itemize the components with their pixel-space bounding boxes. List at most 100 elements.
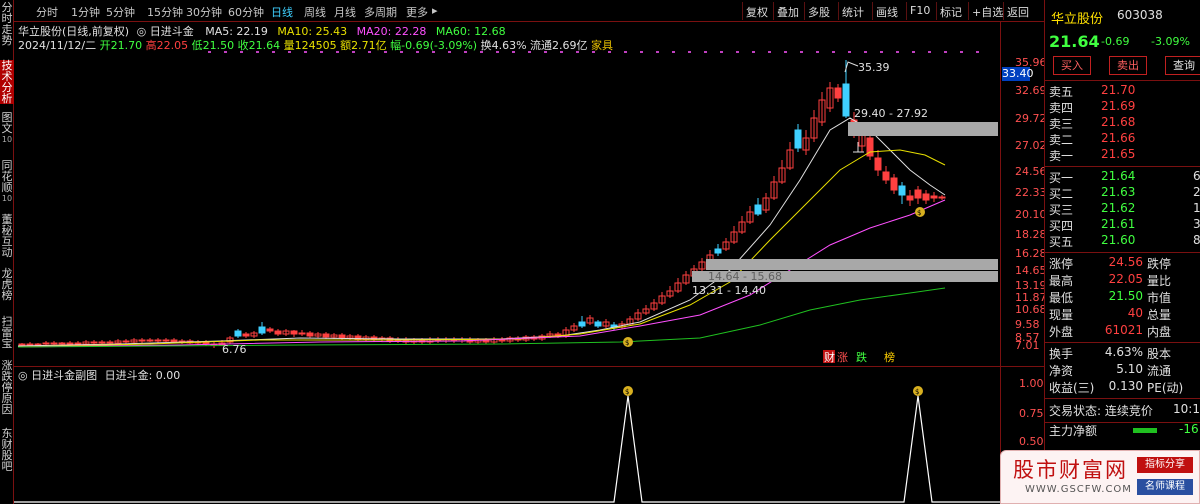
signal-dot — [896, 51, 899, 53]
stat-value: 22.05 — [1108, 272, 1143, 286]
candle-body — [578, 321, 586, 327]
query-button[interactable]: 查询 — [1165, 56, 1200, 75]
sub-chart-circle-icon[interactable]: ◎ — [18, 369, 28, 382]
signal-dot — [368, 51, 371, 53]
quote-panel: 华立股份 603038 21.64 -0.69 -3.09% 买入 卖出 查询 卖五… — [1044, 0, 1200, 504]
watermark-tag-course[interactable]: 名师课程 — [1137, 479, 1193, 495]
kline-chart[interactable]: 35.39 6.76 29.40 - 27.92 14.64 - 15.6813.31… — [0, 0, 1000, 504]
stat-row: 最高 22.05 量比 — [1049, 272, 1200, 288]
bid-level-row: 买二 21.63 2 — [1049, 185, 1200, 201]
bid-level-price: 21.64 — [1101, 169, 1136, 183]
bid-level-volume: 8 — [1193, 233, 1200, 247]
candle-body — [146, 339, 154, 342]
candle-body — [90, 341, 98, 344]
stat-value: 21.50 — [1108, 289, 1143, 303]
price-tick-label: 9.58 — [1015, 318, 1040, 331]
bid-level-label: 买一 — [1049, 171, 1074, 185]
watermark-tag-indicator[interactable]: 指标分享 — [1137, 457, 1193, 473]
candle-body — [258, 326, 266, 334]
signal-dot — [944, 51, 947, 53]
bid-level-volume: 6 — [1193, 169, 1200, 183]
event-tag-1: 涨 — [837, 351, 848, 364]
signal-dot — [784, 51, 787, 53]
stat-value: 40 — [1127, 306, 1143, 320]
support-zone-2 — [706, 259, 998, 270]
candle-body — [122, 340, 130, 343]
sub-tick-label: 1.00 — [1019, 377, 1044, 390]
money-bag-icon-glyph: $ — [625, 388, 629, 396]
signal-dot — [416, 51, 419, 53]
toolbar-button-8[interactable]: 返回 — [1003, 2, 1032, 20]
stock-code: 603038 — [1117, 8, 1163, 22]
signal-dot — [384, 51, 387, 53]
signal-dot — [960, 51, 963, 53]
stat-row: 最低 21.50 市值 — [1049, 289, 1200, 305]
high-pointer — [844, 61, 859, 73]
extra-row: 换手 4.63% 股本 — [1049, 345, 1200, 361]
signal-dot — [272, 51, 275, 53]
stat-label-2: 总量 — [1147, 308, 1172, 322]
money-bag-icon-glyph: $ — [915, 388, 919, 396]
buy-button[interactable]: 买入 — [1053, 56, 1091, 75]
signal-dot — [640, 51, 643, 53]
bid-level-row: 买四 21.61 3 — [1049, 217, 1200, 233]
extra-label-2: 股本 — [1147, 347, 1172, 361]
zone1-label: 29.40 - 27.92 — [854, 107, 928, 120]
bid-level-volume: 2 — [1193, 185, 1200, 199]
panel-divider — [1045, 80, 1200, 81]
extra-value: 5.10 — [1116, 362, 1143, 376]
stat-label-2: 市值 — [1147, 291, 1172, 305]
signal-dot — [704, 51, 707, 53]
bid-level-row: 买三 21.62 1 — [1049, 201, 1200, 217]
high-price-label: 35.39 — [858, 61, 890, 74]
price-tick-label: 32.69 — [1015, 84, 1047, 97]
stock-name: 华立股份 — [1051, 12, 1104, 27]
extra-value: 4.63% — [1104, 345, 1143, 359]
last-price: 21.64 — [1049, 32, 1100, 51]
bid-level-volume: 3 — [1193, 217, 1200, 231]
stat-row: 外盘 61021 内盘 — [1049, 323, 1200, 339]
extra-label: 净资 — [1049, 364, 1074, 378]
ask-level-row: 卖五 21.70 — [1049, 83, 1200, 99]
event-tag-0: 财 — [824, 350, 835, 364]
candle-body — [842, 83, 850, 117]
sub-chart-header: ◎ 日进斗金副图 日进斗金: 0.00 — [14, 366, 1000, 382]
signal-dot — [512, 51, 515, 53]
price-tick-label: 16.28 — [1015, 247, 1047, 260]
trade-status: 交易状态: 连续竞价 — [1049, 404, 1153, 418]
candle-body — [874, 157, 882, 171]
money-bag-icon-glyph: $ — [625, 339, 629, 347]
ask-level-label: 卖一 — [1049, 149, 1074, 163]
signal-dot — [336, 51, 339, 53]
signal-dot — [320, 51, 323, 53]
panel-divider — [1045, 252, 1200, 253]
signal-dot — [240, 51, 243, 53]
main-net-value: -16 — [1179, 422, 1199, 436]
bid-level-price: 21.61 — [1101, 217, 1136, 231]
current-price-tag: 33.40 — [1002, 67, 1034, 81]
panel-divider — [1045, 398, 1200, 399]
signal-dot — [848, 51, 851, 53]
candle-body — [234, 330, 242, 337]
stat-label: 外盘 — [1049, 325, 1074, 339]
watermark-title: 股市财富网 — [1013, 458, 1128, 482]
candle-body — [930, 195, 938, 199]
sell-button[interactable]: 卖出 — [1109, 56, 1147, 75]
extra-label-2: PE(动) — [1147, 381, 1184, 395]
candle-body — [66, 342, 74, 345]
candle-body — [714, 248, 722, 254]
event-tag-2: 跌 — [856, 350, 867, 364]
candle-body — [754, 204, 762, 215]
bid-level-volume: 1 — [1193, 201, 1200, 215]
sub-tick-label: 0.75 — [1019, 407, 1044, 420]
ask-level-row: 卖四 21.69 — [1049, 99, 1200, 115]
signal-dot — [208, 51, 211, 53]
candle-body — [322, 333, 330, 338]
money-bag-icon-glyph: $ — [917, 209, 921, 217]
sub-chart-title[interactable]: 日进斗金副图 — [31, 369, 97, 382]
ask-level-price: 21.69 — [1101, 99, 1136, 113]
main-net-label: 主力净额 — [1049, 424, 1098, 438]
signal-dot — [464, 51, 467, 53]
price-tick-label: 20.10 — [1015, 208, 1047, 221]
ask-level-price: 21.65 — [1101, 147, 1136, 161]
